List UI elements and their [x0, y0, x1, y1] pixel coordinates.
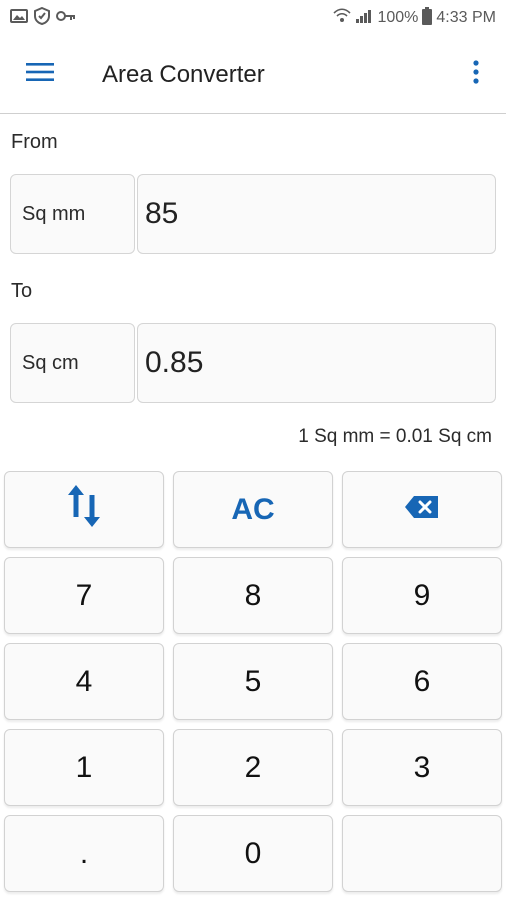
conversion-formula: 1 Sq mm = 0.01 Sq cm: [298, 426, 492, 447]
battery-percent: 100%: [377, 9, 419, 26]
to-unit-selector[interactable]: Sq cm: [10, 323, 135, 403]
digit-7-button[interactable]: 7: [4, 557, 164, 634]
more-options-button[interactable]: [446, 36, 506, 114]
from-unit-selector[interactable]: Sq mm: [10, 174, 135, 254]
backspace-button[interactable]: [342, 471, 502, 548]
clock: 4:33 PM: [436, 9, 496, 26]
blank-key[interactable]: [342, 815, 502, 892]
backspace-icon: [404, 493, 440, 527]
from-label: From: [11, 131, 58, 153]
key-icon: [56, 9, 76, 27]
menu-button[interactable]: [0, 36, 80, 114]
image-icon: [10, 8, 28, 29]
digit-3-button[interactable]: 3: [342, 729, 502, 806]
digit-2-button[interactable]: 2: [173, 729, 333, 806]
digit-4-button[interactable]: 4: [4, 643, 164, 720]
battery-icon: [422, 6, 433, 30]
digit-8-button[interactable]: 8: [173, 557, 333, 634]
hamburger-menu-icon: [26, 62, 54, 87]
digit-1-button[interactable]: 1: [4, 729, 164, 806]
shield-icon: [34, 6, 50, 30]
wifi-icon: [333, 7, 352, 29]
more-vert-icon: [473, 60, 479, 89]
decimal-point-button[interactable]: .: [4, 815, 164, 892]
swap-arrows-icon: [65, 483, 103, 537]
digit-6-button[interactable]: 6: [342, 643, 502, 720]
status-right-icons: 100% 4:33 PM: [333, 6, 496, 30]
swap-units-button[interactable]: [4, 471, 164, 548]
digit-5-button[interactable]: 5: [173, 643, 333, 720]
from-value-field[interactable]: 85: [137, 174, 496, 254]
to-value-field[interactable]: 0.85: [137, 323, 496, 403]
app-bar: Area Converter: [0, 36, 506, 114]
page-title: Area Converter: [102, 60, 265, 88]
digit-9-button[interactable]: 9: [342, 557, 502, 634]
status-left-icons: [10, 6, 76, 30]
digit-0-button[interactable]: 0: [173, 815, 333, 892]
signal-icon: [355, 8, 373, 29]
status-bar: 100% 4:33 PM: [0, 0, 506, 36]
clear-all-button[interactable]: AC: [173, 471, 333, 548]
to-label: To: [11, 280, 33, 302]
